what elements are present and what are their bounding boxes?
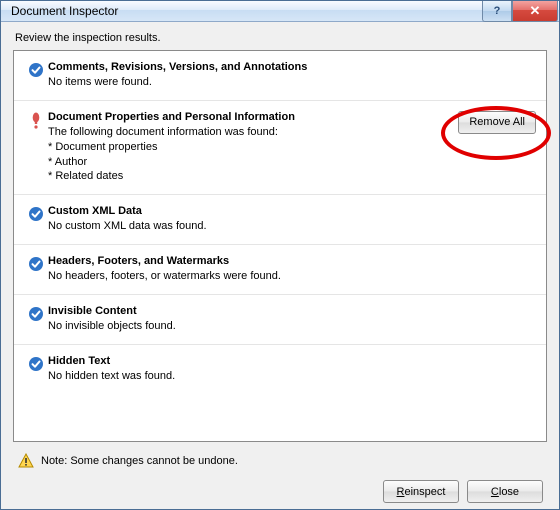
section-hidden-text: Hidden Text No hidden text was found. <box>14 345 546 394</box>
close-button[interactable]: Close <box>467 480 543 503</box>
help-icon: ? <box>494 5 501 17</box>
close-label-tail: lose <box>499 486 519 498</box>
close-window-button[interactable]: ✕ <box>512 1 558 22</box>
section-doc-properties: Document Properties and Personal Informa… <box>14 101 546 195</box>
section-desc: No headers, footers, or watermarks were … <box>48 269 438 284</box>
reinspect-button[interactable]: Reinspect <box>383 480 459 503</box>
check-icon <box>24 61 48 90</box>
section-title: Document Properties and Personal Informa… <box>48 111 438 123</box>
section-desc: No items were found. <box>48 75 438 90</box>
titlebar: Document Inspector ? ✕ <box>1 1 559 22</box>
results-panel: Comments, Revisions, Versions, and Annot… <box>13 50 547 442</box>
footer-note: Note: Some changes cannot be undone. <box>41 455 543 467</box>
footer: Note: Some changes cannot be undone. <box>13 442 547 480</box>
section-desc: The following document information was f… <box>48 125 438 140</box>
section-bullet: * Related dates <box>48 169 438 184</box>
section-title: Custom XML Data <box>48 205 438 217</box>
alert-icon <box>24 111 48 184</box>
section-title: Invisible Content <box>48 305 438 317</box>
section-bullet: * Document properties <box>48 140 438 155</box>
titlebar-controls: ? ✕ <box>482 1 558 22</box>
check-icon <box>24 255 48 284</box>
section-headers-footers: Headers, Footers, and Watermarks No head… <box>14 245 546 295</box>
dialog-title: Document Inspector <box>11 4 118 18</box>
section-bullet: * Author <box>48 155 438 170</box>
section-title: Headers, Footers, and Watermarks <box>48 255 438 267</box>
section-invisible-content: Invisible Content No invisible objects f… <box>14 295 546 345</box>
section-desc: No custom XML data was found. <box>48 219 438 234</box>
instruction-text: Review the inspection results. <box>13 30 547 50</box>
section-title: Hidden Text <box>48 355 438 367</box>
section-desc: No hidden text was found. <box>48 369 438 384</box>
check-icon <box>24 355 48 384</box>
check-icon <box>24 305 48 334</box>
remove-all-button[interactable]: Remove All <box>458 111 536 134</box>
close-icon: ✕ <box>530 3 541 19</box>
warning-icon <box>17 452 35 470</box>
section-title: Comments, Revisions, Versions, and Annot… <box>48 61 438 73</box>
check-icon <box>24 205 48 234</box>
footer-buttons: Reinspect Close <box>13 480 547 507</box>
section-custom-xml: Custom XML Data No custom XML data was f… <box>14 195 546 245</box>
dialog-body: Review the inspection results. Comments,… <box>1 22 559 509</box>
section-comments: Comments, Revisions, Versions, and Annot… <box>14 51 546 101</box>
help-button[interactable]: ? <box>482 1 512 22</box>
reinspect-label-tail: einspect <box>404 486 445 498</box>
section-desc: No invisible objects found. <box>48 319 438 334</box>
dialog-window: Document Inspector ? ✕ Review the inspec… <box>0 0 560 510</box>
